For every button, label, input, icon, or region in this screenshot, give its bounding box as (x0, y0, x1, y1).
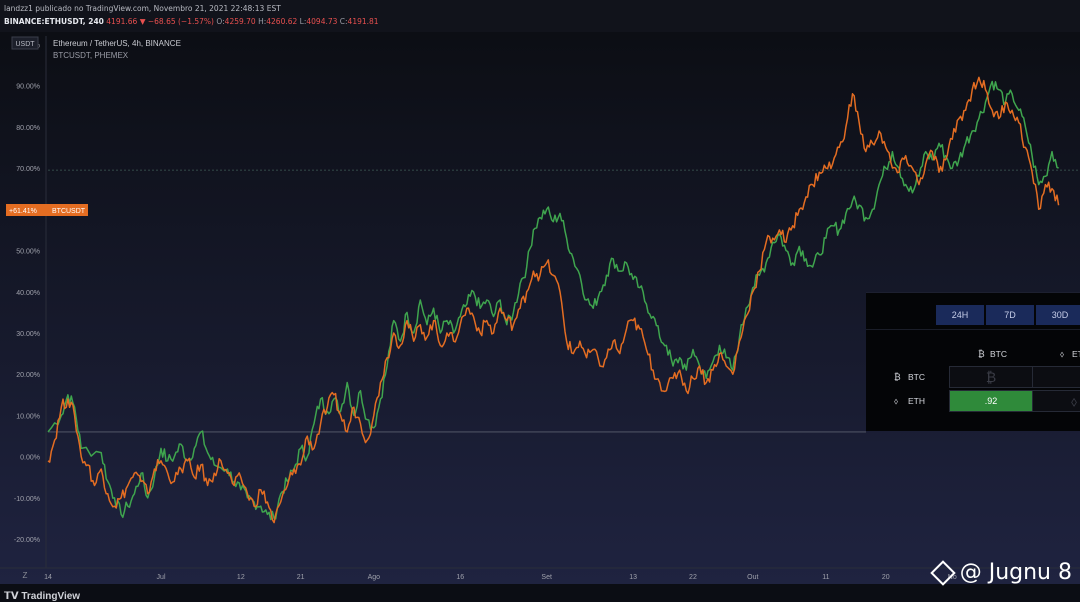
y-tick-label: 0.00% (20, 455, 40, 462)
legend-compare-series: BTCUSDT, PHEMEX (53, 51, 129, 60)
period-tabs: 24H 7D 30D (936, 305, 1080, 325)
watermark: @ Jugnu 8 (929, 559, 1072, 586)
chart-header: landzz1 publicado no TradingView.com, No… (0, 0, 1080, 32)
currency-label: USDT (15, 41, 35, 48)
legend-main-series: Ethereum / TetherUS, 4h, BINANCE (53, 39, 181, 48)
row-eth: ETH (908, 396, 925, 406)
x-tick-label: 20 (882, 574, 890, 581)
y-tick-label: 20.00% (16, 372, 40, 379)
ethereum-icon: ⬨ (894, 396, 899, 406)
low-value: 4094.73 (306, 17, 338, 26)
price-change: −68.65 (−1.57%) (147, 17, 214, 26)
y-tick-label: 80.00% (16, 125, 40, 132)
badge-symbol: BTCUSDT (52, 208, 86, 215)
symbol-label: BINANCE:ETHUSDT, 240 (4, 17, 104, 26)
author-line: landzz1 publicado no TradingView.com, No… (4, 4, 281, 13)
x-tick-label: 21 (297, 574, 305, 581)
y-tick-label: 70.00% (16, 166, 40, 173)
cell-eth-btc: .92 (949, 390, 1033, 412)
x-tick-label: Ago (368, 574, 381, 581)
tab-30d[interactable]: 30D (1036, 305, 1080, 325)
y-tick-label: 90.00% (16, 84, 40, 91)
column-eth: ET (1072, 349, 1080, 359)
x-tick-label: 16 (456, 574, 464, 581)
high-value: 4260.62 (266, 17, 298, 26)
x-tick-label: 11 (822, 574, 829, 581)
bitcoin-icon: ₿ (978, 349, 985, 359)
column-btc: BTC (990, 349, 1007, 359)
diamond-logo-icon (929, 559, 956, 586)
current-value-badge: +61.41% BTCUSDT (6, 204, 88, 216)
brand-name: TradingView (21, 591, 81, 602)
x-tick-label: Jul (157, 574, 166, 581)
tab-24h[interactable]: 24H (936, 305, 984, 325)
x-tick-label: 12 (237, 574, 245, 581)
x-tick-label: Set (541, 574, 552, 581)
tab-7d[interactable]: 7D (986, 305, 1034, 325)
widget-divider (866, 329, 1080, 330)
ethereum-icon: ⬨ (1060, 349, 1065, 359)
open-value: 4259.70 (224, 17, 256, 26)
cell-eth-eth: ⬨ (1032, 390, 1080, 412)
tradingview-logo: 𝗧𝗩 TradingView (4, 591, 80, 602)
y-tick-label: 40.00% (16, 290, 40, 297)
tv-icon: 𝗧𝗩 (4, 591, 22, 602)
y-tick-label: 30.00% (16, 331, 40, 338)
correlation-widget: 24H 7D 30D ₿ BTC ⬨ ET ₿ BTC ₿ ⬨ ETH .92 … (866, 292, 1080, 431)
y-tick-label: 10.00% (16, 413, 40, 420)
open-label: O: (216, 17, 225, 26)
y-tick-label: -20.00% (14, 537, 40, 544)
x-tick-label: 22 (689, 574, 697, 581)
close-label: C: (339, 17, 348, 26)
close-value: 4191.81 (347, 17, 379, 26)
x-tick-label: 13 (629, 574, 637, 581)
x-axis-button[interactable]: Z (23, 571, 28, 580)
cell-btc-btc: ₿ (949, 366, 1033, 388)
footer-bar (0, 584, 1080, 600)
y-tick-label: 50.00% (16, 249, 40, 256)
cell-btc-eth (1032, 366, 1080, 388)
y-tick-label: -10.00% (14, 496, 40, 503)
last-price: 4191.66 (106, 17, 138, 26)
bitcoin-icon: ₿ (894, 372, 901, 382)
ethereum-icon: ⬨ (1070, 392, 1078, 409)
badge-percent: +61.41% (9, 208, 37, 215)
watermark-text: @ Jugnu 8 (959, 560, 1072, 585)
row-btc: BTC (908, 372, 925, 382)
ohlc-line: BINANCE:ETHUSDT, 240 4191.66 ▼ −68.65 (−… (4, 17, 379, 26)
x-tick-label: 14 (44, 574, 52, 581)
x-tick-label: Out (747, 574, 758, 581)
down-arrow-icon: ▼ (139, 17, 146, 26)
bitcoin-icon: ₿ (985, 369, 997, 385)
